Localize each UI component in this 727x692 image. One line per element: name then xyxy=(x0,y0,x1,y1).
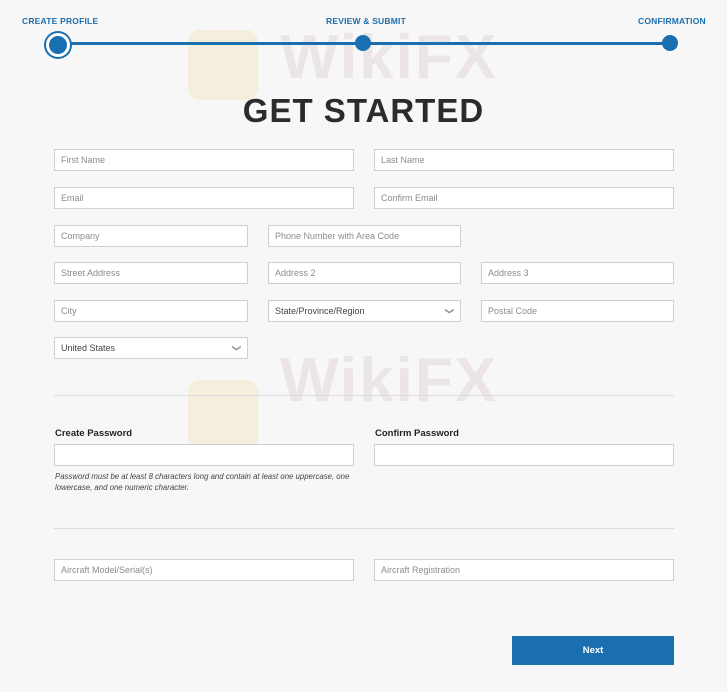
confirm-email-input[interactable] xyxy=(374,187,674,209)
country-select-value: United States xyxy=(61,343,116,353)
aircraft-model-input[interactable] xyxy=(54,559,354,581)
step-dot-create-profile xyxy=(46,33,70,57)
watermark-text: WikiFX xyxy=(280,346,499,415)
aircraft-registration-input[interactable] xyxy=(374,559,674,581)
country-select[interactable]: United States ❯ xyxy=(54,337,248,359)
state-select[interactable]: State/Province/Region ❯ xyxy=(268,300,461,322)
street-address-input[interactable] xyxy=(54,262,248,284)
email-input[interactable] xyxy=(54,187,354,209)
step-label-review-submit: REVIEW & SUBMIT xyxy=(326,16,406,26)
chevron-down-icon: ❯ xyxy=(232,344,243,352)
confirm-password-label: Confirm Password xyxy=(375,428,459,439)
state-select-value: State/Province/Region xyxy=(275,306,365,316)
watermark-logo xyxy=(188,380,258,450)
step-label-confirmation: CONFIRMATION xyxy=(638,16,706,26)
address2-input[interactable] xyxy=(268,262,461,284)
step-dot-confirmation xyxy=(662,35,678,51)
city-input[interactable] xyxy=(54,300,248,322)
first-name-input[interactable] xyxy=(54,149,354,171)
password-hint: Password must be at least 8 characters l… xyxy=(55,472,350,492)
chevron-down-icon: ❯ xyxy=(445,307,456,315)
phone-input[interactable] xyxy=(268,225,461,247)
section-divider xyxy=(54,395,674,396)
section-divider xyxy=(54,528,674,529)
page-title: GET STARTED xyxy=(242,92,485,129)
last-name-input[interactable] xyxy=(374,149,674,171)
step-label-create-profile: CREATE PROFILE xyxy=(22,16,99,26)
progress-stepper: CREATE PROFILE REVIEW & SUBMIT CONFIRMAT… xyxy=(0,0,727,60)
create-password-input[interactable] xyxy=(54,444,354,466)
postal-code-input[interactable] xyxy=(481,300,674,322)
step-dot-review-submit xyxy=(355,35,371,51)
company-input[interactable] xyxy=(54,225,248,247)
create-password-label: Create Password xyxy=(55,428,133,439)
confirm-password-input[interactable] xyxy=(374,444,674,466)
address3-input[interactable] xyxy=(481,262,674,284)
next-button[interactable]: Next xyxy=(512,636,674,665)
